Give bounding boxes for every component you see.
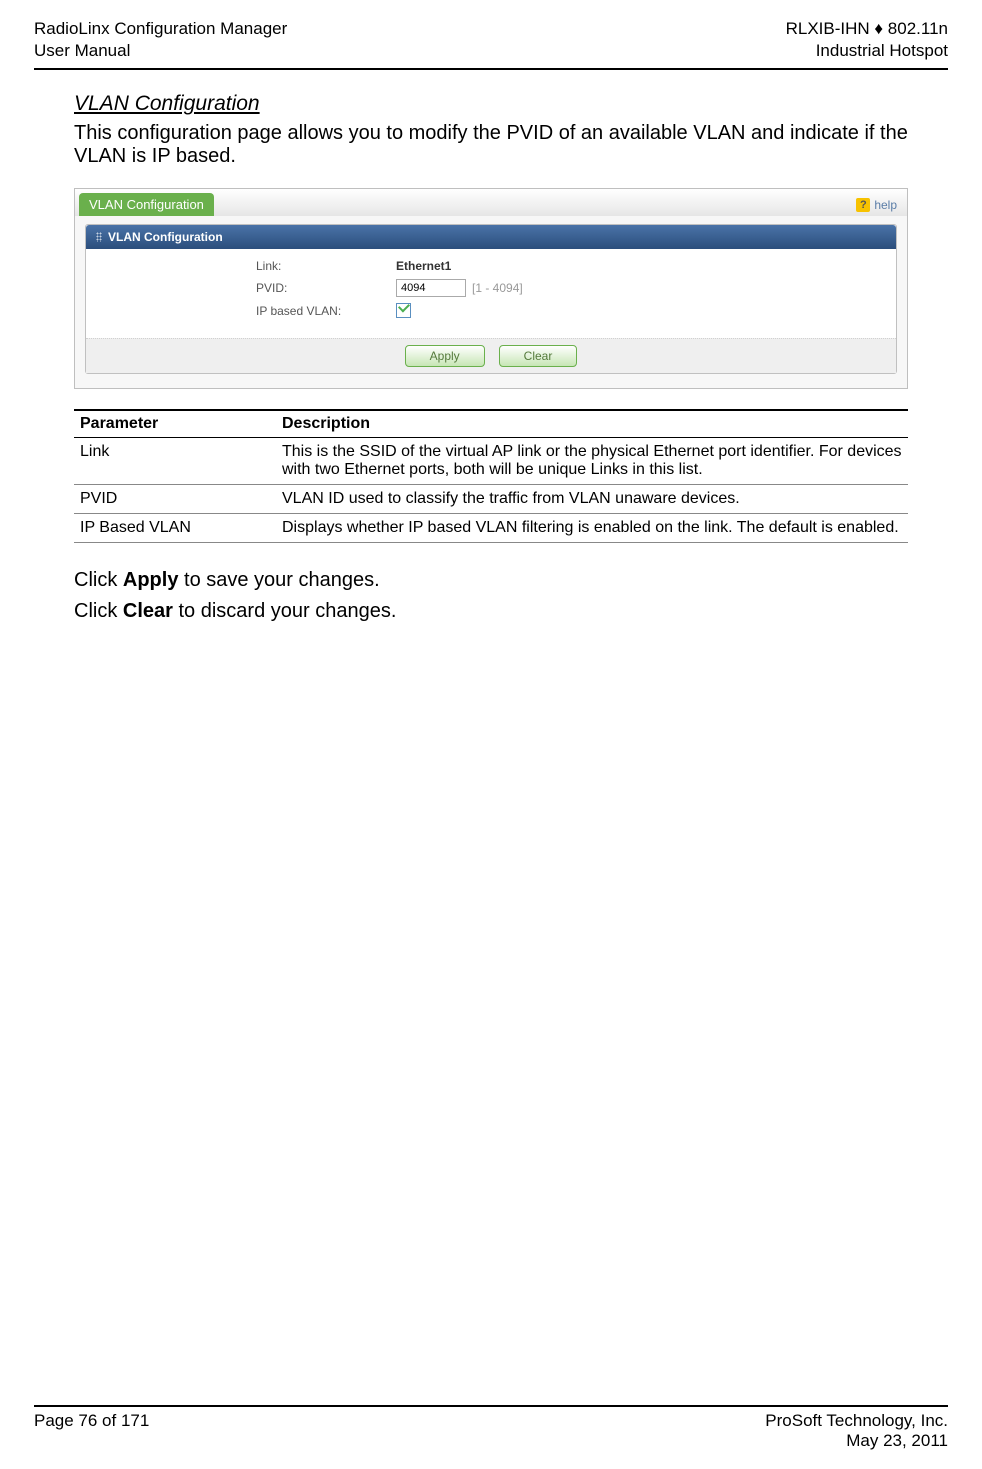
help-link[interactable]: ? help [856, 198, 897, 212]
page-footer: Page 76 of 171 ProSoft Technology, Inc. … [34, 1405, 948, 1451]
help-label: help [874, 198, 897, 212]
ip-vlan-label: IP based VLAN: [256, 304, 396, 318]
table-cell-desc: VLAN ID used to classify the traffic fro… [276, 485, 908, 514]
section-title: VLAN Configuration [74, 92, 908, 116]
pvid-label: PVID: [256, 281, 396, 295]
panel-title: VLAN Configuration [108, 230, 223, 244]
table-cell-param: PVID [74, 485, 276, 514]
intro-paragraph: This configuration page allows you to mo… [74, 122, 908, 168]
drag-icon [96, 232, 102, 242]
pvid-hint: [1 - 4094] [472, 281, 523, 295]
note-text: to save your changes. [178, 569, 379, 591]
header-left-line1: RadioLinx Configuration Manager [34, 18, 287, 40]
page-header: RadioLinx Configuration Manager User Man… [34, 18, 948, 70]
table-row: Link This is the SSID of the virtual AP … [74, 438, 908, 485]
note-text: Click [74, 569, 123, 591]
table-header-description: Description [276, 410, 908, 438]
parameter-table: Parameter Description Link This is the S… [74, 409, 908, 543]
note-bold: Apply [123, 569, 179, 591]
apply-note: Click Apply to save your changes. [74, 569, 908, 592]
note-text: Click [74, 600, 123, 622]
table-cell-param: IP Based VLAN [74, 514, 276, 543]
footer-right-line1: ProSoft Technology, Inc. [765, 1411, 948, 1431]
screenshot-panel: VLAN Configuration ? help VLAN Configura… [74, 188, 908, 389]
table-cell-desc: Displays whether IP based VLAN filtering… [276, 514, 908, 543]
table-cell-desc: This is the SSID of the virtual AP link … [276, 438, 908, 485]
table-header-parameter: Parameter [74, 410, 276, 438]
table-row: IP Based VLAN Displays whether IP based … [74, 514, 908, 543]
table-row: PVID VLAN ID used to classify the traffi… [74, 485, 908, 514]
clear-button[interactable]: Clear [499, 345, 578, 367]
header-right-line2: Industrial Hotspot [786, 40, 948, 62]
table-cell-param: Link [74, 438, 276, 485]
clear-note: Click Clear to discard your changes. [74, 600, 908, 623]
vlan-config-tab[interactable]: VLAN Configuration [79, 193, 214, 216]
apply-button[interactable]: Apply [405, 345, 485, 367]
ip-vlan-checkbox[interactable] [396, 303, 411, 318]
link-label: Link: [256, 259, 396, 273]
header-right-line1: RLXIB-IHN ♦ 802.11n [786, 18, 948, 40]
link-value: Ethernet1 [396, 259, 451, 273]
help-icon: ? [856, 198, 870, 212]
footer-left: Page 76 of 171 [34, 1411, 149, 1451]
footer-right-line2: May 23, 2011 [765, 1431, 948, 1451]
note-bold: Clear [123, 600, 173, 622]
note-text: to discard your changes. [173, 600, 396, 622]
header-left-line2: User Manual [34, 40, 287, 62]
pvid-input[interactable] [396, 279, 466, 297]
